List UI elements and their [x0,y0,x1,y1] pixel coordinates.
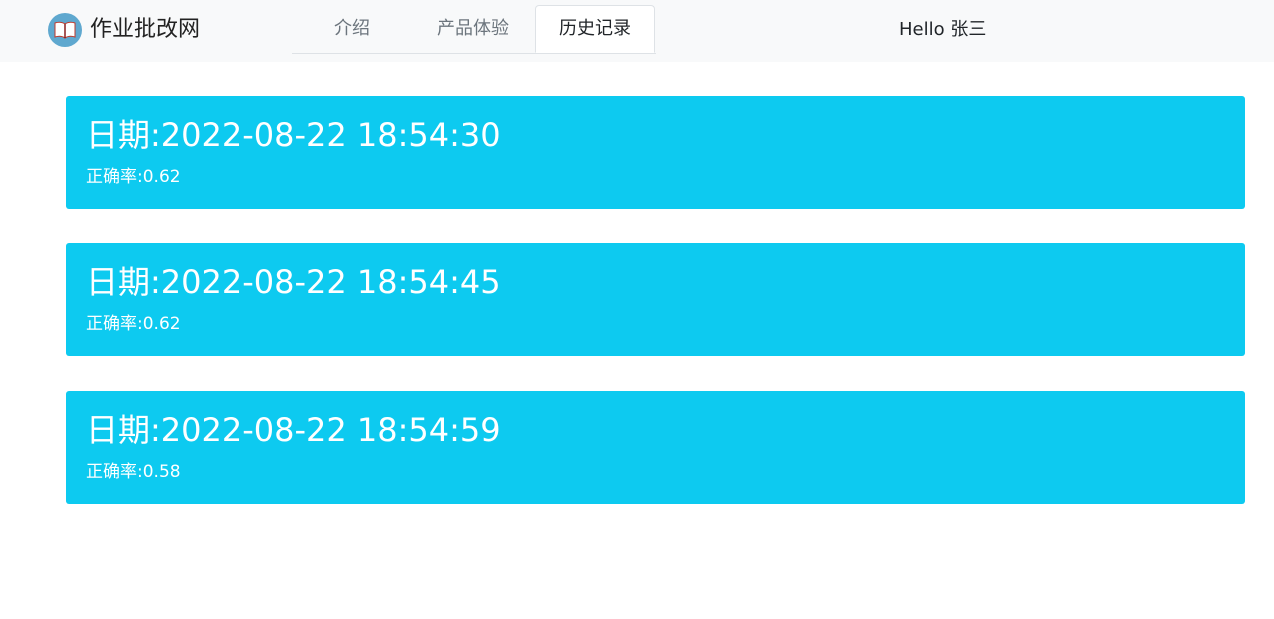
tab-product-trial[interactable]: 产品体验 [413,5,533,52]
tab-history[interactable]: 历史记录 [535,5,655,53]
open-book-icon [48,13,82,47]
history-record-card[interactable]: 日期:2022-08-22 18:54:30 正确率:0.62 [66,96,1245,209]
brand-name: 作业批改网 [90,17,201,42]
record-date: 日期:2022-08-22 18:54:30 [86,116,501,154]
history-record-card[interactable]: 日期:2022-08-22 18:54:59 正确率:0.58 [66,391,1245,504]
record-accuracy: 正确率:0.62 [86,314,181,334]
top-navbar: 作业批改网 介绍 产品体验 历史记录 Hello 张三 [0,0,1274,62]
record-date: 日期:2022-08-22 18:54:45 [86,263,501,301]
history-record-card[interactable]: 日期:2022-08-22 18:54:45 正确率:0.62 [66,243,1245,356]
user-greeting: Hello 张三 [899,19,987,40]
nav-tabs: 介绍 产品体验 历史记录 [292,5,656,54]
brand-link[interactable]: 作业批改网 [48,12,200,48]
tab-intro[interactable]: 介绍 [292,5,412,52]
record-accuracy: 正确率:0.58 [86,462,181,482]
record-date: 日期:2022-08-22 18:54:59 [86,411,501,449]
record-accuracy: 正确率:0.62 [86,167,181,187]
